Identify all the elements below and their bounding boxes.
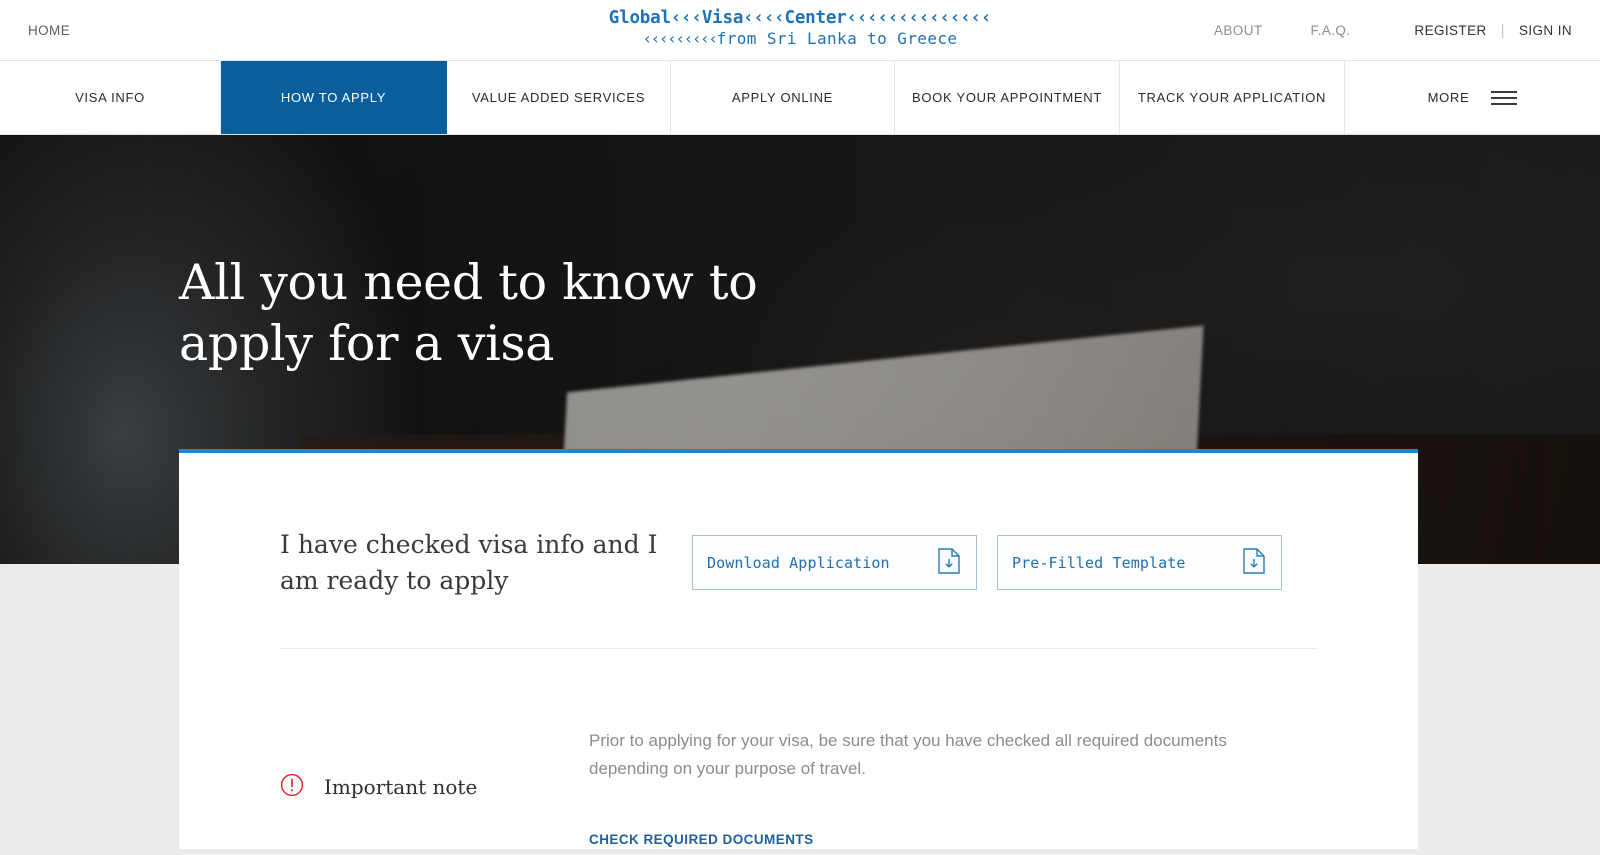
home-link[interactable]: HOME: [28, 23, 70, 38]
important-note-title: Important note: [324, 775, 478, 800]
logo-line-secondary: ‹‹‹‹‹‹‹‹‹from Sri Lanka to Greece: [609, 29, 991, 49]
page-title-line1: All you need to know to: [179, 254, 758, 311]
ready-lead-line1: I have checked visa info and I: [280, 530, 658, 559]
pre-filled-template-button[interactable]: Pre-Filled Template: [997, 535, 1282, 590]
nav-more-button[interactable]: MORE: [1345, 61, 1600, 134]
logo-word-global: Global: [608, 8, 671, 28]
site-logo[interactable]: Global‹‹‹Visa‹‹‹‹Center‹‹‹‹‹‹‹‹‹‹‹‹‹‹ ‹‹…: [608, 7, 992, 50]
alert-circle-icon: [280, 773, 304, 802]
nav-item-value-added-services[interactable]: VALUE ADDED SERVICES: [447, 61, 671, 134]
ready-to-apply-heading: I have checked visa info and I am ready …: [280, 527, 670, 598]
signin-link[interactable]: SIGN IN: [1505, 23, 1572, 38]
logo-tagline: from Sri Lanka to Greece: [716, 29, 958, 49]
main-navigation: VISA INFO HOW TO APPLY VALUE ADDED SERVI…: [0, 61, 1600, 135]
document-download-icon: [938, 547, 960, 578]
important-note-header: Important note: [280, 725, 589, 849]
important-note-section: Important note Prior to applying for you…: [280, 649, 1317, 849]
ready-lead-line2: am ready to apply: [280, 565, 509, 595]
faq-link[interactable]: F.A.Q.: [1287, 23, 1375, 38]
about-link[interactable]: ABOUT: [1190, 23, 1287, 38]
logo-chevrons-3: ‹‹‹‹‹‹‹‹‹‹‹‹‹‹: [846, 8, 992, 28]
logo-chevrons-1: ‹‹‹: [670, 8, 702, 28]
download-application-button[interactable]: Download Application: [692, 535, 977, 590]
pre-filled-template-label: Pre-Filled Template: [1012, 553, 1186, 572]
nav-item-visa-info[interactable]: VISA INFO: [0, 61, 221, 134]
download-application-label: Download Application: [707, 553, 890, 572]
logo-chevrons-2: ‹‹‹‹: [743, 8, 785, 28]
document-download-icon: [1243, 547, 1265, 578]
logo-word-visa: Visa: [701, 8, 744, 28]
logo-chevrons-4: ‹‹‹‹‹‹‹‹‹: [642, 29, 719, 49]
hamburger-menu-icon[interactable]: [1491, 90, 1518, 105]
page-title: All you need to know to apply for a visa: [179, 253, 819, 375]
nav-more-label: MORE: [1427, 90, 1470, 105]
nav-item-book-your-appointment[interactable]: BOOK YOUR APPOINTMENT: [895, 61, 1120, 134]
top-utility-links: ABOUT F.A.Q. REGISTER | SIGN IN: [1190, 22, 1572, 39]
download-button-group: Download Application Pre-Filled Template: [692, 535, 1282, 590]
nav-item-track-your-application[interactable]: TRACK YOUR APPLICATION: [1120, 61, 1345, 134]
ready-to-apply-row: I have checked visa info and I am ready …: [280, 453, 1317, 598]
page-title-line2: apply for a visa: [179, 314, 555, 372]
check-required-documents-link[interactable]: CHECK REQUIRED DOCUMENTS: [589, 832, 814, 847]
nav-item-how-to-apply[interactable]: HOW TO APPLY: [221, 61, 447, 134]
important-note-content: Prior to applying for your visa, be sure…: [589, 725, 1317, 849]
nav-item-apply-online[interactable]: APPLY ONLINE: [671, 61, 895, 134]
logo-line-primary: Global‹‹‹Visa‹‹‹‹Center‹‹‹‹‹‹‹‹‹‹‹‹‹‹: [608, 7, 992, 29]
register-link[interactable]: REGISTER: [1374, 23, 1500, 38]
content-card: I have checked visa info and I am ready …: [179, 449, 1418, 850]
top-utility-bar: HOME Global‹‹‹Visa‹‹‹‹Center‹‹‹‹‹‹‹‹‹‹‹‹…: [0, 0, 1600, 61]
important-note-body: Prior to applying for your visa, be sure…: [589, 731, 1227, 779]
logo-word-center: Center: [784, 8, 847, 28]
